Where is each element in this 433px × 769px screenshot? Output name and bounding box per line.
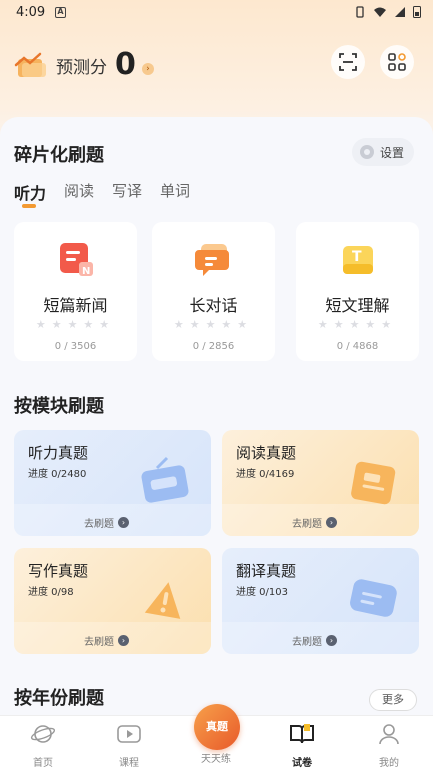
svg-text:N: N [82, 266, 90, 277]
nav-label: 天天练 [201, 754, 231, 765]
tab-writing-translation[interactable]: 写译 [112, 180, 142, 204]
svg-text:T: T [352, 249, 362, 265]
gear-icon [360, 145, 374, 159]
wifi-icon [373, 7, 386, 17]
go-practice-link[interactable]: 去刷题 › [292, 633, 337, 648]
module-reading[interactable]: 阅读真题 进度 0/4169 去刷题 › [222, 430, 419, 536]
signal-icon [394, 7, 405, 17]
nav-profile[interactable]: 我的 [346, 716, 432, 769]
nav-label: 我的 [379, 758, 399, 769]
score-arrow-icon: › [141, 63, 154, 75]
card-progress: 0 / 4868 [336, 341, 379, 352]
daily-practice-center-button[interactable]: 真题 [194, 704, 240, 750]
settings-label: 设置 [380, 145, 405, 160]
module-progress: 进度 0/2480 [28, 469, 87, 480]
category-tabs: 听力 阅读 写译 单词 [14, 180, 208, 208]
planet-icon [30, 725, 56, 743]
card-passage-comprehension[interactable]: T 短文理解 ★★★★★ 0 / 4868 [296, 222, 419, 361]
status-bar: 4:09 A [0, 0, 433, 26]
chevron-right-icon: › [326, 635, 337, 646]
nav-courses[interactable]: 课程 [86, 716, 172, 769]
card-title: 长对话 [189, 296, 238, 315]
card-long-dialogue[interactable]: 长对话 ★★★★★ 0 / 2856 [152, 222, 275, 361]
tab-vocabulary[interactable]: 单词 [160, 180, 190, 204]
nav-papers[interactable]: 试卷 [259, 716, 345, 769]
system-icons [354, 5, 421, 22]
chevron-right-icon: › [118, 635, 129, 646]
difficulty-stars: ★★★★★ [317, 318, 398, 331]
nav-label: 课程 [119, 758, 139, 769]
card-title: 短文理解 [325, 296, 390, 315]
book-icon: T [343, 246, 373, 274]
radio-icon [141, 456, 189, 503]
tab-listening[interactable]: 听力 [14, 180, 46, 208]
notification-icon: A [55, 7, 66, 18]
go-practice-link[interactable]: 去刷题 › [292, 515, 337, 530]
module-writing[interactable]: 写作真题 进度 0/98 去刷题 › [14, 548, 211, 654]
video-icon [117, 725, 141, 743]
go-practice-link[interactable]: 去刷题 › [84, 515, 129, 530]
module-title: 听力真题 [28, 444, 89, 462]
nav-label: 试卷 [292, 758, 312, 769]
module-translation[interactable]: 翻译真题 进度 0/103 去刷题 › [222, 548, 419, 654]
tab-reading[interactable]: 阅读 [64, 180, 94, 204]
card-progress: 0 / 3506 [54, 341, 97, 352]
scan-button[interactable] [331, 45, 365, 79]
card-title: 短篇新闻 [43, 296, 108, 315]
nav-label: 首页 [33, 758, 53, 769]
dialogue-icon [195, 244, 229, 276]
battery-icon [413, 6, 421, 18]
score-value: 0 [115, 47, 136, 82]
warning-flag-icon [144, 582, 181, 619]
chat-bubble-icon [350, 579, 397, 617]
module-progress: 进度 0/98 [28, 587, 74, 598]
difficulty-stars: ★★★★★ [173, 318, 254, 331]
more-button[interactable]: 更多 [369, 689, 417, 711]
score-label: 预测分 [56, 57, 107, 78]
module-progress: 进度 0/4169 [236, 469, 295, 480]
settings-button[interactable]: 设置 [352, 138, 414, 166]
chart-trend-icon [14, 51, 48, 79]
open-book-icon [290, 724, 314, 744]
user-icon [379, 724, 399, 745]
scan-icon [339, 53, 357, 71]
news-icon: N [60, 243, 93, 277]
go-practice-link[interactable]: 去刷题 › [84, 633, 129, 648]
nav-home[interactable]: 首页 [0, 716, 86, 769]
module-progress: 进度 0/103 [236, 587, 288, 598]
card-progress: 0 / 2856 [192, 341, 235, 352]
chevron-right-icon: › [118, 517, 129, 528]
apps-button[interactable] [380, 45, 414, 79]
card-short-news[interactable]: N 短篇新闻 ★★★★★ 0 / 3506 [14, 222, 137, 361]
vibrate-icon [355, 6, 364, 18]
module-listening[interactable]: 听力真题 进度 0/2480 去刷题 › [14, 430, 211, 536]
status-time: 4:09 [16, 5, 46, 20]
module-title: 写作真题 [28, 562, 89, 580]
module-practice-title: 按模块刷题 [14, 396, 104, 417]
module-title: 阅读真题 [236, 444, 297, 462]
module-title: 翻译真题 [236, 562, 297, 580]
predicted-score[interactable]: 预测分 0 › [14, 48, 154, 82]
fragment-practice-title: 碎片化刷题 [14, 145, 104, 166]
document-icon [351, 461, 396, 505]
year-practice-title: 按年份刷题 [14, 688, 104, 709]
apps-grid-icon [388, 53, 406, 71]
chevron-right-icon: › [326, 517, 337, 528]
difficulty-stars: ★★★★★ [35, 318, 116, 331]
